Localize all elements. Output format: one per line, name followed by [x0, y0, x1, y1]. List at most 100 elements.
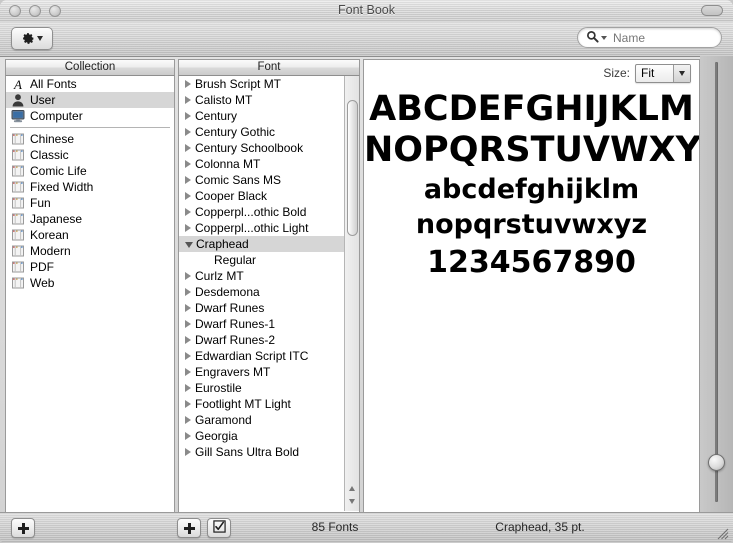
collection-item-label: Comic Life: [30, 164, 87, 178]
slider-track: [715, 62, 718, 502]
search-field[interactable]: [577, 27, 722, 48]
chevron-right-icon[interactable]: [185, 160, 191, 168]
font-list-item[interactable]: Copperpl...othic Bold: [179, 204, 359, 220]
checkbox-icon: [212, 520, 226, 536]
chevron-right-icon[interactable]: [185, 368, 191, 376]
font-list-item[interactable]: Cooper Black: [179, 188, 359, 204]
font-column-header[interactable]: Font: [178, 59, 360, 76]
font-list-item[interactable]: Century Schoolbook: [179, 140, 359, 156]
font-list-scrollbar[interactable]: [344, 76, 359, 511]
add-font-button[interactable]: [177, 518, 201, 538]
font-list-item[interactable]: Edwardian Script ITC: [179, 348, 359, 364]
enable-font-button[interactable]: [207, 518, 231, 538]
chevron-right-icon[interactable]: [185, 432, 191, 440]
collection-icon: [11, 260, 25, 274]
font-list-item[interactable]: Colonna MT: [179, 156, 359, 172]
sidebar-item-computer[interactable]: Computer: [6, 108, 174, 124]
font-list-item[interactable]: Engravers MT: [179, 364, 359, 380]
chevron-right-icon[interactable]: [185, 320, 191, 328]
sidebar-item-all-fonts[interactable]: A All Fonts: [6, 76, 174, 92]
sidebar-item-classic[interactable]: Classic: [6, 147, 174, 163]
chevron-right-icon[interactable]: [185, 224, 191, 232]
collection-icon: [11, 228, 25, 242]
chevron-down-icon[interactable]: [185, 242, 193, 248]
collection-icon: [11, 180, 25, 194]
chevron-right-icon[interactable]: [185, 272, 191, 280]
font-list-item[interactable]: Century: [179, 108, 359, 124]
chevron-right-icon[interactable]: [185, 96, 191, 104]
font-list-item[interactable]: Gill Sans Ultra Bold: [179, 444, 359, 460]
sidebar-item-fixed-width[interactable]: Fixed Width: [6, 179, 174, 195]
sidebar-item-user[interactable]: User: [6, 92, 174, 108]
chevron-right-icon[interactable]: [185, 336, 191, 344]
toolbar-toggle-button[interactable]: [701, 5, 723, 16]
sidebar-item-korean[interactable]: Korean: [6, 227, 174, 243]
font-list-item[interactable]: Craphead: [179, 236, 359, 252]
font-list-item[interactable]: Dwarf Runes-1: [179, 316, 359, 332]
font-item-label: Regular: [214, 253, 257, 267]
font-list-item[interactable]: Eurostile: [179, 380, 359, 396]
chevron-right-icon[interactable]: [185, 400, 191, 408]
scrollbar-thumb[interactable]: [347, 100, 358, 236]
font-list-item[interactable]: Curlz MT: [179, 268, 359, 284]
font-count-label: 85 Fonts: [311, 520, 359, 534]
font-list-item[interactable]: Garamond: [179, 412, 359, 428]
sidebar-item-comic-life[interactable]: Comic Life: [6, 163, 174, 179]
font-list-item[interactable]: Comic Sans MS: [179, 172, 359, 188]
chevron-right-icon[interactable]: [185, 416, 191, 424]
add-collection-button[interactable]: [11, 518, 35, 538]
search-icon: [586, 30, 599, 46]
collection-item-label: Web: [30, 276, 55, 290]
font-list-item[interactable]: Desdemona: [179, 284, 359, 300]
chevron-right-icon[interactable]: [185, 288, 191, 296]
font-list-item[interactable]: Dwarf Runes: [179, 300, 359, 316]
collection-item-label: All Fonts: [30, 77, 77, 91]
font-item-label: Dwarf Runes: [195, 301, 265, 315]
font-list-item[interactable]: Century Gothic: [179, 124, 359, 140]
toolbar: [0, 22, 733, 57]
preview-line-lowercase-2: nopqrstuvwxyz: [415, 209, 648, 240]
chevron-right-icon[interactable]: [185, 384, 191, 392]
size-popup-arrow[interactable]: [673, 64, 690, 82]
chevron-right-icon[interactable]: [185, 208, 191, 216]
chevron-right-icon[interactable]: [185, 80, 191, 88]
scroll-up-icon[interactable]: [349, 486, 355, 491]
font-list[interactable]: Brush Script MT Calisto MT Century Century …: [178, 76, 360, 513]
resize-grip[interactable]: [715, 526, 730, 541]
collection-item-label: Computer: [30, 109, 83, 123]
font-list-item[interactable]: Georgia: [179, 428, 359, 444]
scrollbar-arrows[interactable]: [345, 483, 359, 511]
chevron-right-icon[interactable]: [185, 448, 191, 456]
sidebar-item-pdf[interactable]: PDF: [6, 259, 174, 275]
font-list-item[interactable]: Dwarf Runes-2: [179, 332, 359, 348]
size-popup-button[interactable]: Fit: [635, 63, 691, 83]
chevron-right-icon[interactable]: [185, 128, 191, 136]
chevron-right-icon[interactable]: [185, 352, 191, 360]
sidebar-item-modern[interactable]: Modern: [6, 243, 174, 259]
action-menu-button[interactable]: [11, 27, 53, 50]
plus-icon: [183, 522, 195, 534]
sidebar-item-web[interactable]: Web: [6, 275, 174, 291]
font-list-item[interactable]: Calisto MT: [179, 92, 359, 108]
chevron-right-icon[interactable]: [185, 176, 191, 184]
chevron-right-icon[interactable]: [185, 112, 191, 120]
chevron-right-icon[interactable]: [185, 304, 191, 312]
scroll-down-icon[interactable]: [349, 499, 355, 504]
size-slider[interactable]: [700, 56, 733, 513]
chevron-right-icon[interactable]: [185, 144, 191, 152]
chevron-right-icon[interactable]: [185, 192, 191, 200]
font-list-item[interactable]: Brush Script MT: [179, 76, 359, 92]
plus-icon: [17, 522, 29, 534]
font-list-item[interactable]: Copperpl...othic Light: [179, 220, 359, 236]
font-list-item[interactable]: Regular: [179, 252, 359, 268]
sidebar-item-japanese[interactable]: Japanese: [6, 211, 174, 227]
sidebar-item-fun[interactable]: Fun: [6, 195, 174, 211]
sidebar-item-chinese[interactable]: Chinese: [6, 131, 174, 147]
font-item-label: Gill Sans Ultra Bold: [195, 445, 300, 459]
collection-list[interactable]: A All Fonts User Computer Chinese Classic Comi…: [5, 76, 175, 513]
search-input[interactable]: [613, 30, 713, 45]
font-list-item[interactable]: Footlight MT Light: [179, 396, 359, 412]
collection-column-header[interactable]: Collection: [5, 59, 175, 76]
slider-knob[interactable]: [708, 454, 725, 471]
chevron-down-icon: [601, 35, 607, 40]
